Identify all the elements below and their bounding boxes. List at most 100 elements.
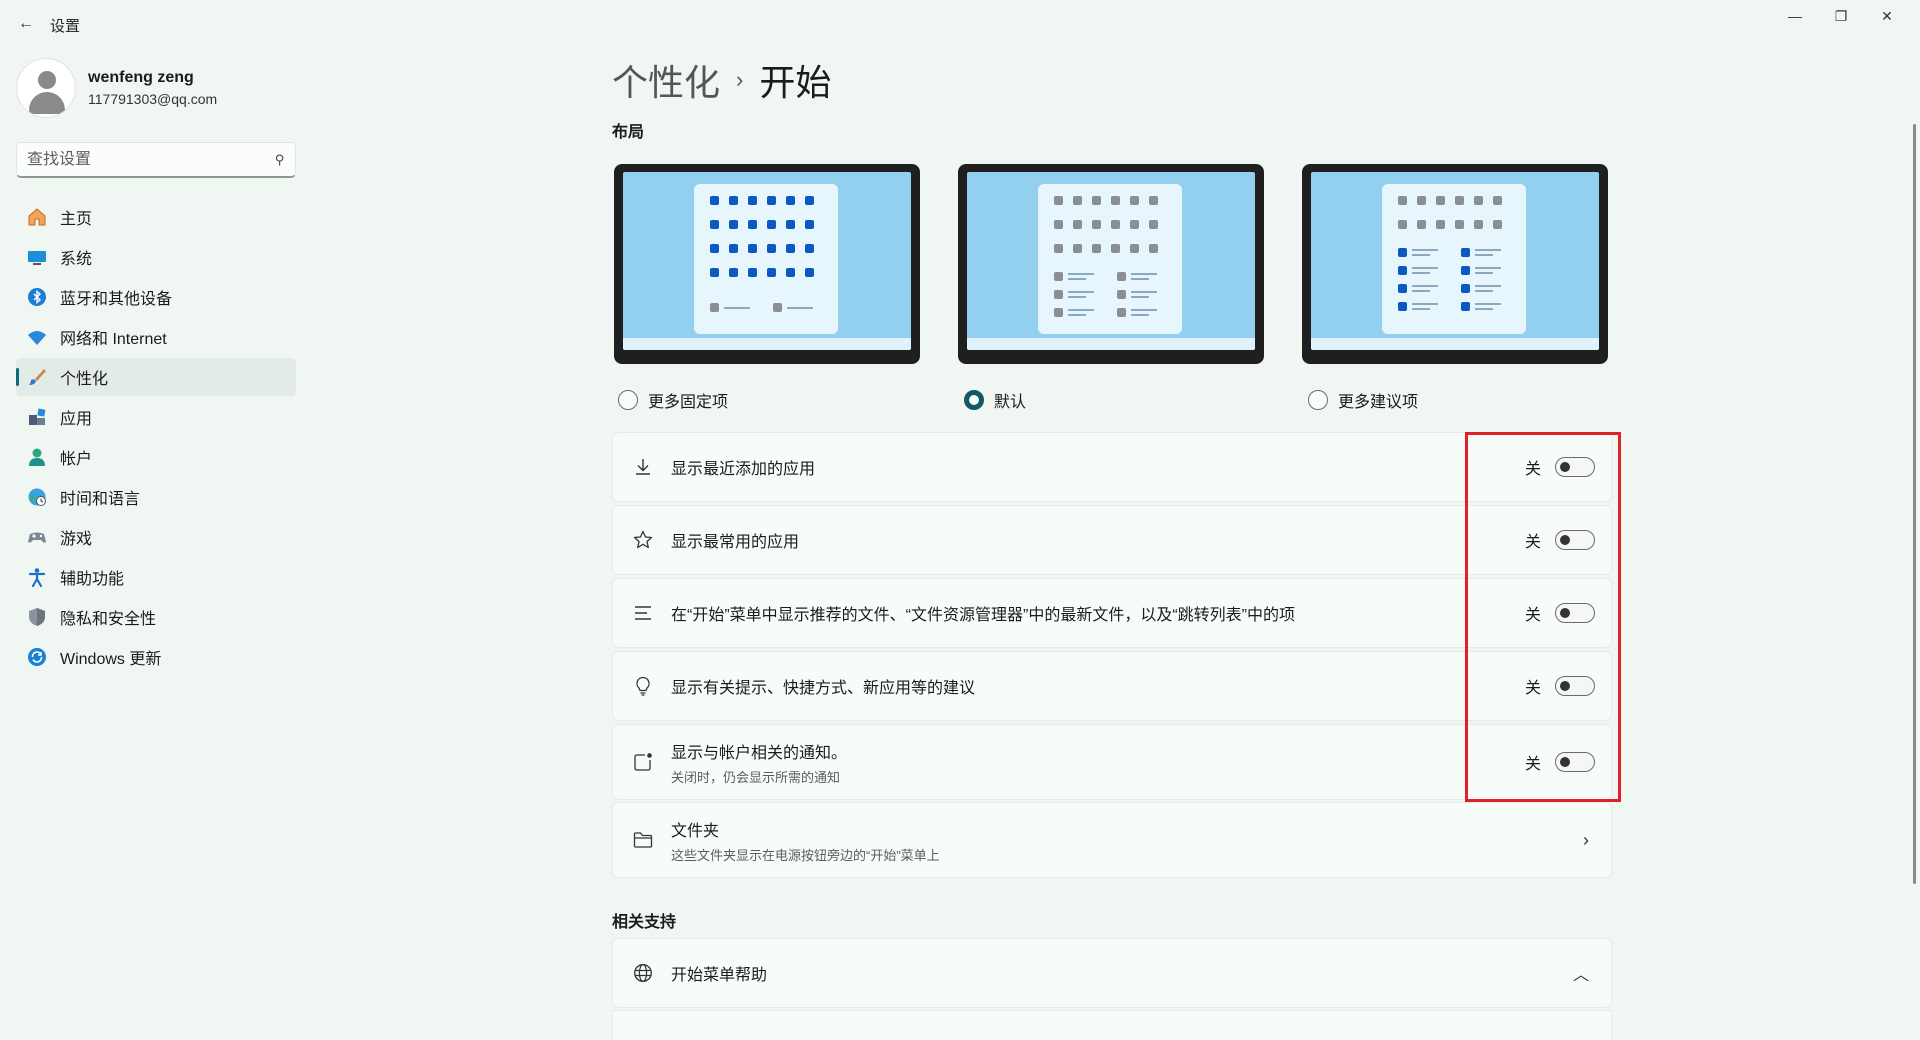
avatar (16, 58, 76, 118)
maximize-button[interactable]: ❐ (1818, 0, 1864, 32)
layout-option-more-recommendations[interactable]: 更多建议项 (1308, 388, 1418, 412)
annotation-highlight-box (1465, 432, 1621, 802)
sidebar-item-label: 个性化 (60, 371, 109, 388)
sidebar-item-apps[interactable]: 应用 (16, 398, 296, 436)
start-menu-preview (694, 184, 838, 334)
setting-tips-suggestions: 显示有关提示、快捷方式、新应用等的建议 关 (612, 651, 1612, 721)
user-email: 117791303@qq.com (88, 91, 218, 107)
apps-icon (26, 406, 48, 428)
help-content-partial (612, 1010, 1612, 1040)
sidebar-item-label: 隐私和安全性 (60, 611, 157, 628)
folder-icon (631, 828, 655, 852)
setting-label: 显示与帐户相关的通知。 (671, 744, 848, 762)
home-icon (26, 206, 48, 228)
radio-button-selected[interactable] (964, 390, 984, 410)
layout-preview-screen (967, 172, 1255, 350)
breadcrumb-parent[interactable]: 个性化 (612, 54, 720, 106)
layout-option-default[interactable]: 默认 (964, 388, 1026, 412)
back-arrow-icon[interactable]: ← (14, 12, 38, 36)
help-start-menu[interactable]: 开始菜单帮助 ︿ (612, 938, 1612, 1008)
sidebar-item-label: 辅助功能 (60, 571, 125, 588)
setting-label: 显示有关提示、快捷方式、新应用等的建议 (671, 680, 976, 697)
sidebar: wenfeng zeng 117791303@qq.com ⚲ 主页 系统 蓝牙… (0, 48, 300, 1040)
sidebar-item-label: 蓝牙和其他设备 (60, 291, 173, 308)
setting-label: 显示最近添加的应用 (671, 461, 816, 478)
sidebar-item-personalization[interactable]: 个性化 (16, 358, 296, 396)
radio-button[interactable] (618, 390, 638, 410)
setting-label: 开始菜单帮助 (671, 967, 768, 984)
star-icon (631, 528, 655, 552)
layout-preview-screen (1311, 172, 1599, 350)
setting-label: 显示最常用的应用 (671, 534, 800, 551)
title-bar: ← 设置 — ❐ ✕ (0, 0, 1920, 48)
chevron-up-icon: ︿ (1572, 967, 1589, 984)
update-icon (26, 646, 48, 668)
setting-description: 关闭时，仍会显示所需的通知 (671, 769, 841, 785)
setting-folders[interactable]: 文件夹 这些文件夹显示在电源按钮旁边的“开始”菜单上 › (612, 802, 1612, 878)
chevron-right-icon: › (1583, 829, 1589, 850)
search-input[interactable] (27, 150, 276, 169)
setting-label: 在“开始”菜单中显示推荐的文件、“文件资源管理器”中的最新文件，以及“跳转列表”… (671, 607, 1295, 624)
list-lines-icon (631, 601, 655, 625)
brush-icon (26, 366, 48, 388)
layout-preview-more-pins[interactable] (614, 164, 920, 364)
setting-most-used-apps: 显示最常用的应用 关 (612, 505, 1612, 575)
breadcrumb-separator: › (736, 67, 744, 92)
sidebar-item-label: 帐户 (60, 451, 93, 468)
setting-description: 这些文件夹显示在电源按钮旁边的“开始”菜单上 (671, 847, 940, 863)
app-title: 设置 (50, 18, 81, 35)
layout-section-title: 布局 (612, 124, 645, 141)
globe-clock-icon (26, 486, 48, 508)
sidebar-item-system[interactable]: 系统 (16, 238, 296, 276)
sidebar-item-privacy[interactable]: 隐私和安全性 (16, 598, 296, 636)
start-menu-preview (1038, 184, 1182, 334)
sidebar-item-accounts[interactable]: 帐户 (16, 438, 296, 476)
layout-preview-more-recommendations[interactable] (1302, 164, 1608, 364)
scrollbar[interactable] (1913, 124, 1916, 884)
setting-recently-added-apps: 显示最近添加的应用 关 (612, 432, 1612, 502)
setting-label: 文件夹 (671, 822, 720, 840)
accessibility-icon (26, 566, 48, 588)
search-box[interactable]: ⚲ (16, 142, 296, 178)
notification-badge-icon (631, 750, 655, 774)
radio-button[interactable] (1308, 390, 1328, 410)
download-icon (631, 455, 655, 479)
sidebar-item-time-language[interactable]: 时间和语言 (16, 478, 296, 516)
system-monitor-icon (26, 246, 48, 268)
sidebar-item-windows-update[interactable]: Windows 更新 (16, 638, 296, 676)
sidebar-item-accessibility[interactable]: 辅助功能 (16, 558, 296, 596)
related-support-title: 相关支持 (612, 914, 677, 931)
lightbulb-icon (631, 674, 655, 698)
start-menu-preview (1382, 184, 1526, 334)
shield-icon (26, 606, 48, 628)
sidebar-item-bluetooth[interactable]: 蓝牙和其他设备 (16, 278, 296, 316)
setting-account-notifications: 显示与帐户相关的通知。 关闭时，仍会显示所需的通知 关 (612, 724, 1612, 800)
sidebar-item-label: Windows 更新 (60, 651, 162, 668)
search-icon[interactable]: ⚲ (275, 152, 285, 168)
bluetooth-icon (26, 286, 48, 308)
sidebar-item-label: 时间和语言 (60, 491, 141, 508)
close-button[interactable]: ✕ (1864, 0, 1910, 32)
wifi-icon (26, 326, 48, 348)
sidebar-nav: 主页 系统 蓝牙和其他设备 网络和 Internet 个性化 应用 帐户 时间和… (16, 198, 296, 678)
sidebar-item-home[interactable]: 主页 (16, 198, 296, 236)
layout-option-more-pins[interactable]: 更多固定项 (618, 388, 728, 412)
breadcrumb: 个性化 › 开始 (612, 54, 831, 106)
layout-preview-screen (623, 172, 911, 350)
globe-icon (631, 961, 655, 985)
user-profile[interactable]: wenfeng zeng 117791303@qq.com (16, 58, 217, 118)
account-icon (26, 446, 48, 468)
page-title: 开始 (759, 62, 832, 103)
minimize-button[interactable]: — (1772, 0, 1818, 32)
sidebar-item-label: 网络和 Internet (60, 331, 167, 348)
sidebar-item-label: 主页 (60, 211, 93, 228)
sidebar-item-label: 应用 (60, 411, 93, 428)
main-content: 个性化 › 开始 布局 更多固定项 默认 更多建议项 显示最近添加的应用 关 显… (612, 48, 1612, 1040)
user-name: wenfeng zeng (88, 69, 194, 86)
layout-preview-default[interactable] (958, 164, 1264, 364)
gamepad-icon (26, 526, 48, 548)
sidebar-item-network[interactable]: 网络和 Internet (16, 318, 296, 356)
sidebar-item-gaming[interactable]: 游戏 (16, 518, 296, 556)
setting-recommended-files: 在“开始”菜单中显示推荐的文件、“文件资源管理器”中的最新文件，以及“跳转列表”… (612, 578, 1612, 648)
sidebar-item-label: 系统 (60, 251, 93, 268)
